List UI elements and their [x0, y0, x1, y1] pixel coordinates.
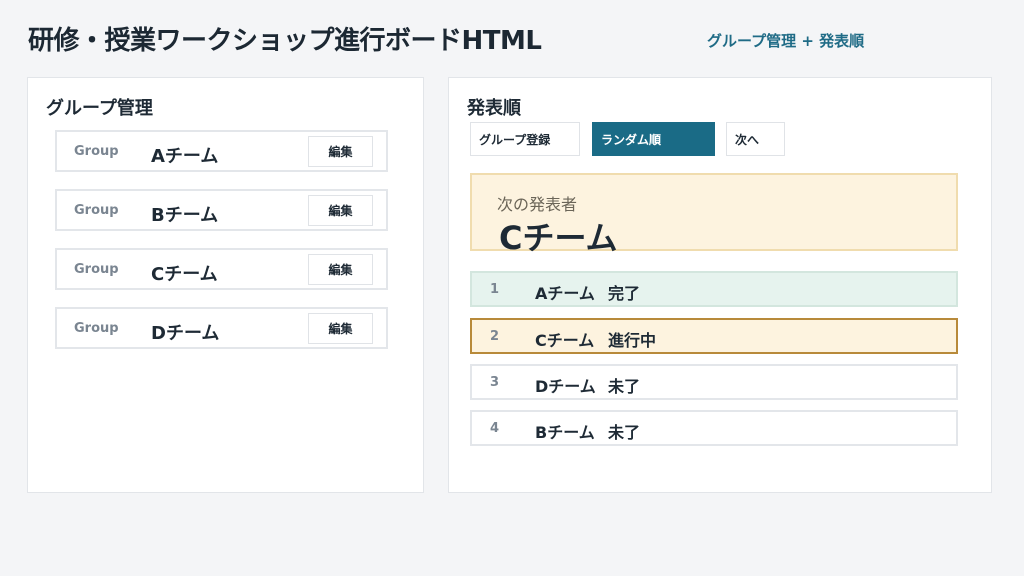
register-group-button[interactable]: グループ登録: [470, 122, 580, 156]
next-presenter-label: 次の発表者: [497, 195, 578, 214]
edit-button[interactable]: 編集: [308, 254, 373, 285]
order-row: 2 Cチーム 進行中: [470, 318, 958, 354]
group-row: Group Aチーム 編集: [55, 130, 388, 172]
order-row: 4 Bチーム 未了: [470, 410, 958, 446]
order-status: 進行中: [608, 331, 657, 350]
group-name: Dチーム: [151, 323, 220, 344]
group-tag: Group: [74, 203, 119, 218]
order-status: 完了: [608, 284, 641, 303]
next-presenter-team: Cチーム: [499, 219, 618, 257]
order-status: 未了: [608, 377, 641, 396]
order-panel: 発表順 グループ登録 ランダム順 次へ 次の発表者 Cチーム 1 Aチーム 完了…: [448, 77, 992, 493]
order-row: 1 Aチーム 完了: [470, 271, 958, 307]
order-team: Cチーム: [535, 331, 595, 350]
random-order-button[interactable]: ランダム順: [592, 122, 715, 156]
group-name: Bチーム: [151, 205, 219, 226]
page-title: 研修・授業ワークショップ進行ボードHTML: [28, 26, 542, 56]
group-row: Group Cチーム 編集: [55, 248, 388, 290]
order-number: 1: [490, 282, 500, 297]
order-team: Bチーム: [535, 423, 595, 442]
order-number: 2: [490, 329, 500, 344]
order-status: 未了: [608, 423, 641, 442]
order-team: Dチーム: [535, 377, 596, 396]
group-tag: Group: [74, 262, 119, 277]
group-tag: Group: [74, 144, 119, 159]
order-team: Aチーム: [535, 284, 595, 303]
group-tag: Group: [74, 321, 119, 336]
edit-button[interactable]: 編集: [308, 313, 373, 344]
page-subtitle: グループ管理 + 発表順: [707, 32, 865, 50]
edit-button[interactable]: 編集: [308, 136, 373, 167]
next-button[interactable]: 次へ: [726, 122, 785, 156]
group-name: Cチーム: [151, 264, 218, 285]
group-name: Aチーム: [151, 146, 219, 167]
order-number: 4: [490, 421, 500, 436]
order-number: 3: [490, 375, 500, 390]
edit-button[interactable]: 編集: [308, 195, 373, 226]
group-row: Group Dチーム 編集: [55, 307, 388, 349]
order-panel-title: 発表順: [467, 98, 521, 119]
group-panel: グループ管理 Group Aチーム 編集 Group Bチーム 編集 Group…: [27, 77, 424, 493]
order-row: 3 Dチーム 未了: [470, 364, 958, 400]
next-presenter-card: 次の発表者 Cチーム: [470, 173, 958, 257]
group-row: Group Bチーム 編集: [55, 189, 388, 231]
group-panel-title: グループ管理: [46, 98, 153, 119]
page: 研修・授業ワークショップ進行ボードHTML グループ管理 + 発表順 グループ管…: [0, 0, 1024, 576]
